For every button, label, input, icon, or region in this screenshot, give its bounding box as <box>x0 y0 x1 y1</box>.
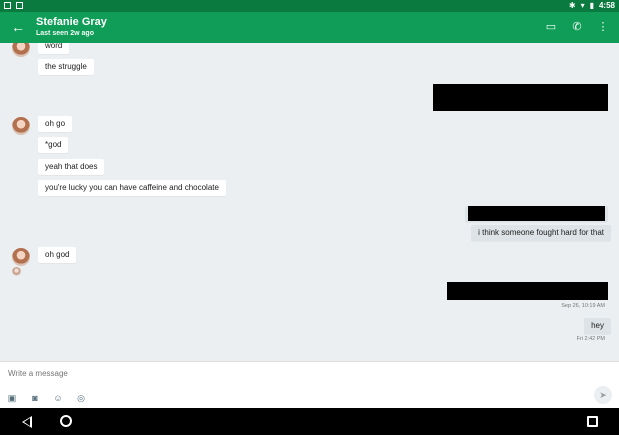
nav-home-icon[interactable] <box>60 415 72 427</box>
status-bar: ✱ ▾ ▮ 4:58 <box>0 0 619 12</box>
message-timestamp: Fri 2:42 PM <box>576 336 605 342</box>
video-call-icon[interactable]: ▭ <box>545 20 557 34</box>
contact-avatar[interactable] <box>12 43 30 57</box>
system-nav-bar <box>0 408 619 435</box>
outgoing-message[interactable]: hey <box>584 318 611 334</box>
chat-history[interactable]: word the struggle oh go *god yeah that d… <box>0 43 619 361</box>
read-receipt-avatar <box>12 267 21 276</box>
app-notification-icon <box>16 2 23 9</box>
redacted-message <box>468 206 605 221</box>
last-seen: Last seen 2w ago <box>36 30 94 37</box>
composer-toolbar: ▣ ◙ ☺ ◎ <box>7 393 86 403</box>
nav-recents-icon[interactable] <box>587 416 598 427</box>
redacted-message <box>447 282 608 300</box>
status-indicators: ✱ ▾ ▮ 4:58 <box>569 1 615 10</box>
gallery-notification-icon <box>4 2 11 9</box>
sticker-icon[interactable]: ☺ <box>53 393 63 403</box>
phone-icon[interactable]: ✆ <box>571 20 583 34</box>
contact-name[interactable]: Stefanie Gray <box>36 16 107 28</box>
camera-icon[interactable]: ◙ <box>30 393 40 403</box>
incoming-message[interactable]: oh god <box>38 247 77 263</box>
incoming-message[interactable]: *god <box>38 137 69 153</box>
composer: Write a message ▣ ◙ ☺ ◎ ➤ <box>0 361 619 408</box>
more-vert-icon[interactable]: ⋮ <box>597 20 609 34</box>
contact-avatar[interactable] <box>12 248 30 266</box>
incoming-message[interactable]: yeah that does <box>38 159 105 175</box>
incoming-message[interactable]: the struggle <box>38 59 94 75</box>
redacted-message <box>433 84 608 111</box>
incoming-message[interactable]: oh go <box>38 116 73 132</box>
location-icon[interactable]: ◎ <box>76 393 86 403</box>
message-input[interactable]: Write a message <box>8 369 68 378</box>
status-time: 4:58 <box>598 1 615 10</box>
wifi-icon: ▾ <box>580 1 585 10</box>
battery-icon: ▮ <box>589 1 594 10</box>
message-timestamp: Sep 26, 10:19 AM <box>561 303 605 309</box>
status-notifications <box>4 2 23 9</box>
contact-avatar[interactable] <box>12 117 30 135</box>
send-icon[interactable]: ➤ <box>594 386 612 404</box>
outgoing-message[interactable]: i think someone fought hard for that <box>471 225 611 241</box>
incoming-message[interactable]: word <box>38 43 70 54</box>
incoming-message[interactable]: you're lucky you can have caffeine and c… <box>38 180 226 196</box>
image-icon[interactable]: ▣ <box>7 393 17 403</box>
bluetooth-icon: ✱ <box>568 1 576 10</box>
nav-back-icon[interactable] <box>22 416 32 428</box>
app-bar: ← Stefanie Gray Last seen 2w ago ▭ ✆ ⋮ <box>0 12 619 43</box>
arrow-left-icon[interactable]: ← <box>10 19 26 35</box>
app-bar-actions: ▭ ✆ ⋮ <box>545 20 609 34</box>
